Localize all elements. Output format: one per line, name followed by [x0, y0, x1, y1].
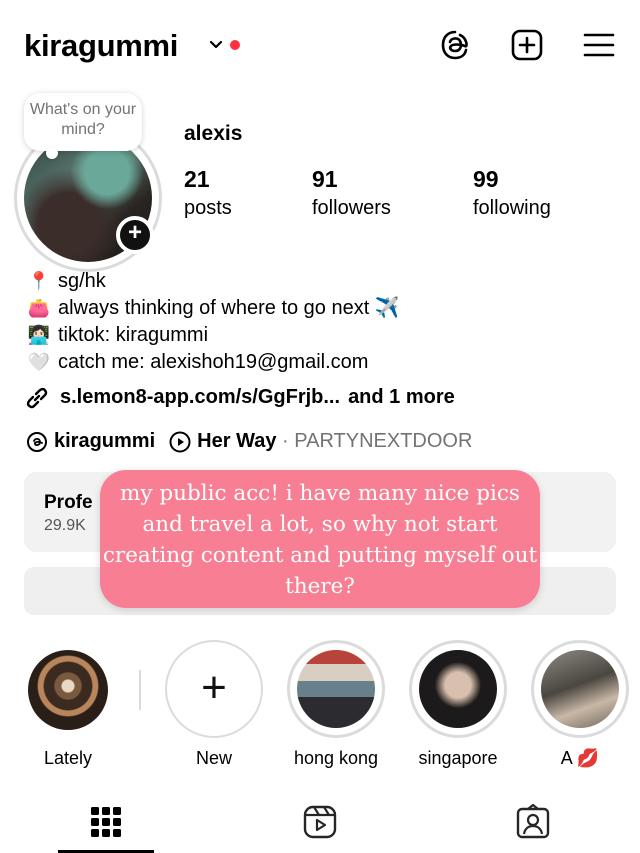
play-icon: [169, 431, 191, 453]
link-icon: [26, 387, 48, 408]
highlight-label: A 💋: [560, 748, 600, 768]
bio-text: sg/hk: [58, 270, 106, 292]
stat-label: posts: [184, 197, 232, 219]
stat-label: followers: [312, 197, 391, 219]
threads-handle[interactable]: kiragummi: [54, 430, 155, 452]
highlight-thumb: [541, 650, 619, 728]
stat-value: 99: [473, 166, 499, 192]
highlight-ring: [531, 640, 629, 738]
display-name: alexis: [184, 122, 243, 145]
highlight-thumb: [297, 650, 375, 728]
reels-icon[interactable]: [302, 804, 338, 840]
highlight-label: New: [195, 748, 232, 768]
menu-icon[interactable]: [582, 28, 616, 62]
caption-line: there?: [285, 574, 355, 599]
highlight-hong-kong[interactable]: hong kong: [286, 640, 386, 769]
highlight-label: hong kong: [293, 748, 379, 768]
grid-icon[interactable]: [88, 804, 124, 840]
tagged-icon[interactable]: [515, 804, 551, 840]
highlight-ring: [287, 640, 385, 738]
song-title[interactable]: Her Way: [197, 430, 276, 452]
stat-posts[interactable]: 21 posts: [184, 166, 232, 220]
threads-music-row: kiragummi Her Way · PARTYNEXTDOOR: [26, 426, 472, 456]
stat-label: following: [473, 197, 551, 219]
bio-line: 📍 sg/hk: [26, 268, 626, 295]
highlight-divider: [139, 670, 141, 710]
stat-following[interactable]: 99 following: [473, 166, 551, 220]
heart-icon: 🤍: [27, 352, 51, 372]
highlight-ring: +: [165, 640, 263, 738]
bio-link-more[interactable]: and 1 more: [348, 386, 455, 408]
dashboard-subtitle: 29.9K: [44, 517, 86, 534]
bio-text: catch me: alexishoh19@gmail.com: [58, 351, 369, 373]
caption-line: and travel a lot, so why not start: [142, 512, 498, 537]
highlight-thumb: [419, 650, 497, 728]
caption-line: my public acc! i have many nice pics: [120, 481, 520, 506]
threads-icon[interactable]: [438, 28, 472, 62]
create-post-icon[interactable]: [510, 28, 544, 62]
profile-tabs: [0, 790, 640, 853]
bio-line: 👛 always thinking of where to go next ✈️: [26, 295, 626, 322]
highlight-ring: [28, 650, 108, 730]
highlight-new[interactable]: + New: [164, 640, 264, 769]
caption-overlay: my public acc! i have many nice pics and…: [100, 470, 540, 608]
highlight-a[interactable]: A 💋: [530, 640, 630, 769]
highlight-singapore[interactable]: singapore: [408, 640, 508, 769]
highlight-label: Lately: [43, 748, 93, 768]
song-separator: ·: [282, 430, 289, 452]
bio-line: 👩🏻‍💻 tiktok: kiragummi: [26, 322, 626, 349]
chevron-down-icon[interactable]: [208, 37, 224, 53]
bio-line: 🤍 catch me: alexishoh19@gmail.com: [26, 349, 626, 376]
highlight-label: singapore: [418, 748, 498, 768]
purse-icon: 👛: [27, 298, 51, 318]
bio-text: always thinking of where to go next ✈️: [58, 297, 400, 319]
song-artist: PARTYNEXTDOOR: [294, 430, 473, 452]
add-story-icon[interactable]: +: [116, 216, 154, 254]
stat-value: 21: [184, 166, 210, 192]
notification-dot: [230, 40, 240, 50]
caption-line: creating content and putting myself out: [102, 543, 538, 568]
technologist-icon: 👩🏻‍💻: [27, 325, 51, 345]
account-username[interactable]: kiragummi: [24, 28, 178, 64]
highlight-lately[interactable]: Lately: [18, 640, 118, 769]
highlight-ring: [409, 640, 507, 738]
plus-icon: +: [201, 663, 227, 712]
highlight-thumb: [28, 650, 108, 730]
bio-text: tiktok: kiragummi: [58, 324, 209, 346]
top-bar: kiragummi: [24, 22, 616, 72]
bio-link[interactable]: s.lemon8-app.com/s/GgFrjb... and 1 more: [24, 382, 455, 412]
bio: 📍 sg/hk 👛 always thinking of where to go n…: [26, 268, 626, 376]
threads-icon: [27, 431, 47, 452]
note-bubble[interactable]: What's on your mind?: [24, 93, 142, 159]
dashboard-title: Profe: [44, 492, 93, 513]
stat-value: 91: [312, 166, 338, 192]
bio-link-text[interactable]: s.lemon8-app.com/s/GgFrjb...: [60, 386, 340, 408]
story-highlights: Lately + New hong kong singapore A 💋: [0, 640, 640, 780]
stat-followers[interactable]: 91 followers: [312, 166, 391, 220]
pin-icon: 📍: [27, 271, 51, 291]
